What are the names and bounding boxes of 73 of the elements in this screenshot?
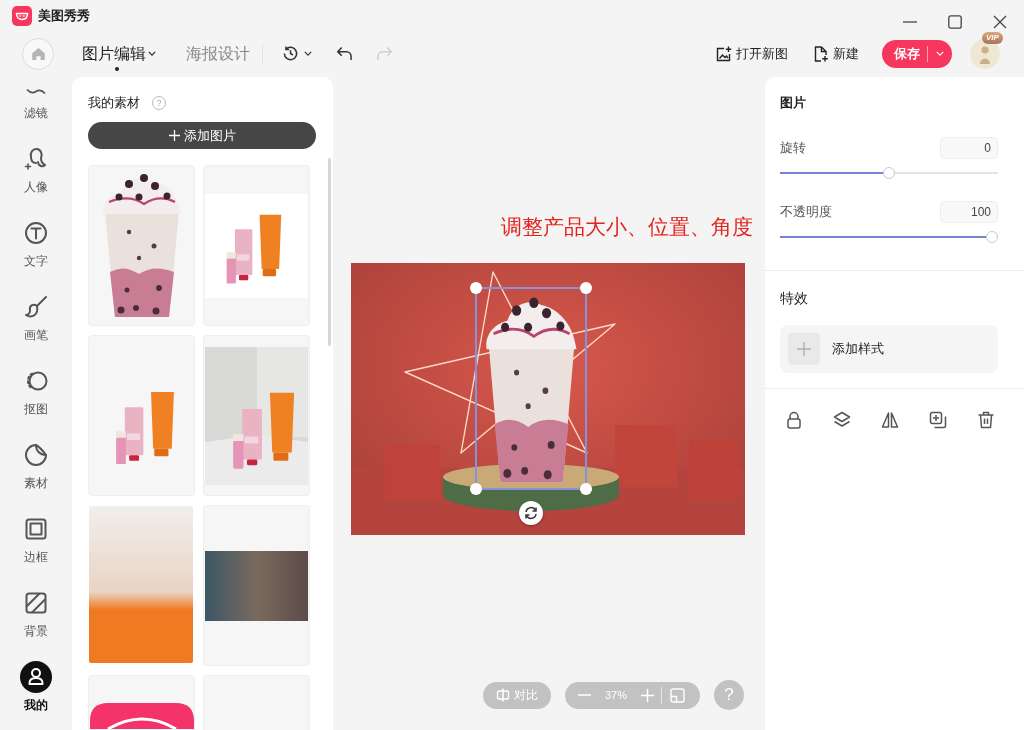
- cutout-icon: [24, 369, 48, 393]
- lock-icon[interactable]: [785, 411, 803, 429]
- nav-item[interactable]: 画笔: [24, 291, 48, 343]
- mode-tab[interactable]: 图片编辑: [82, 43, 156, 64]
- plus-icon: [788, 333, 820, 365]
- home-button[interactable]: [22, 37, 54, 70]
- nav-item[interactable]: 滤镜: [24, 88, 48, 121]
- slider-thumb[interactable]: [883, 167, 895, 179]
- split-view-icon: [496, 688, 510, 702]
- material-tile[interactable]: [203, 505, 310, 666]
- brush-icon: [24, 295, 48, 319]
- resize-handle[interactable]: [580, 282, 592, 294]
- image-add-icon: [716, 45, 732, 62]
- user-icon: [20, 661, 52, 693]
- caret-icon: [148, 51, 156, 56]
- app-title: 美图秀秀: [38, 8, 90, 24]
- add-image-button[interactable]: 添加图片: [88, 122, 316, 149]
- nav-item[interactable]: 素材: [24, 439, 48, 491]
- new-button[interactable]: 新建: [813, 45, 859, 62]
- photo-placeholder[interactable]: [89, 506, 193, 663]
- material-tile[interactable]: [88, 335, 195, 496]
- slider-label: 旋转: [780, 139, 806, 157]
- resize-handle[interactable]: [470, 282, 482, 294]
- section-title: 特效: [780, 289, 809, 308]
- material-tile[interactable]: [203, 335, 310, 496]
- caret-icon: [304, 51, 312, 56]
- avatar-icon[interactable]: [970, 38, 1000, 69]
- rotation-input[interactable]: 0: [940, 137, 998, 159]
- resize-handle[interactable]: [580, 483, 592, 495]
- open-image-button[interactable]: 打开新图: [716, 45, 788, 62]
- rotate-icon: [524, 506, 538, 520]
- wave-icon: [26, 88, 46, 95]
- opacity-input[interactable]: 100: [940, 201, 998, 223]
- frame-icon: [24, 517, 48, 541]
- annotation-text: 调整产品大小、位置、角度: [501, 214, 753, 240]
- undo-icon[interactable]: [336, 46, 353, 61]
- portrait-icon: [24, 147, 48, 171]
- caret-icon: [936, 51, 944, 56]
- sticker-icon: [24, 443, 48, 467]
- slider-label: 不透明度: [780, 203, 832, 221]
- material-tile[interactable]: [203, 165, 310, 326]
- nav-item[interactable]: 背景: [24, 587, 48, 639]
- delete-icon[interactable]: [977, 411, 995, 429]
- add-style-button[interactable]: 添加样式: [780, 325, 998, 373]
- panel-title: 我的素材: [88, 94, 140, 112]
- app-logo-icon: [12, 6, 32, 26]
- history-icon: [282, 45, 299, 62]
- close-icon[interactable]: [993, 15, 1007, 29]
- nav-item[interactable]: 人像: [24, 143, 48, 195]
- maximize-icon[interactable]: [948, 15, 962, 29]
- zoom-level: 37%: [605, 689, 628, 701]
- text-icon: [24, 221, 48, 245]
- panel-title: 图片: [780, 95, 807, 111]
- nav-item[interactable]: 文字: [24, 217, 48, 269]
- home-icon: [31, 47, 45, 60]
- material-tile[interactable]: [88, 165, 195, 326]
- duplicate-icon[interactable]: [929, 411, 947, 429]
- nav-item[interactable]: 我的: [20, 661, 52, 713]
- flip-icon[interactable]: [881, 411, 899, 429]
- plus-icon: [168, 130, 180, 141]
- history-button[interactable]: [282, 45, 312, 62]
- scrollbar[interactable]: [328, 158, 331, 346]
- selected-dot-icon: [115, 66, 119, 71]
- nav-item[interactable]: 抠图: [24, 365, 48, 417]
- selection-frame[interactable]: [475, 287, 587, 490]
- save-button[interactable]: 保存: [882, 39, 920, 68]
- document-add-icon: [813, 45, 829, 62]
- vip-badge: VIP: [982, 31, 1003, 44]
- slider-thumb[interactable]: [986, 231, 998, 243]
- nav-item[interactable]: 边框: [24, 513, 48, 565]
- resize-handle[interactable]: [470, 483, 482, 495]
- hatched-square-icon: [24, 591, 48, 615]
- layers-icon[interactable]: [833, 411, 851, 429]
